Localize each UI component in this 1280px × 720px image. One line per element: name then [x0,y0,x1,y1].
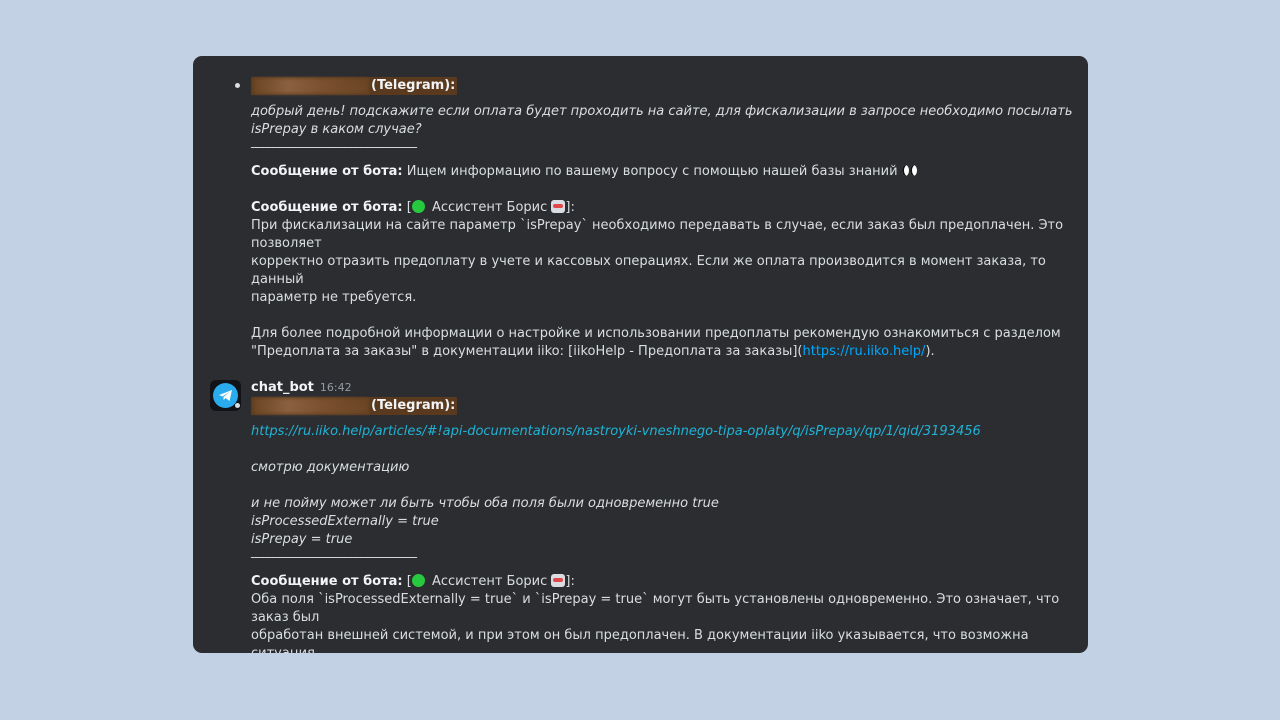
message-content: (Telegram): добрый день! подскажите если… [210,77,1073,653]
bot-answer-more-text: Для более подробной информации о настрой… [251,326,1061,359]
bot-message-searching: Сообщение от бота: Ищем информацию по ва… [251,163,1073,181]
sender-highlight: (Telegram): [251,77,458,95]
bracket-close: ]: [565,574,575,589]
bracket-open: [ [402,574,412,589]
green-circle-icon [411,200,425,213]
bracket-close: ]: [565,200,575,215]
sender-tag: (Telegram): [371,398,456,413]
assistant-name: Ассистент Борис [427,200,552,215]
message-timestamp: 16:42 [319,381,352,394]
bot-searching-text: Ищем информацию по вашему вопросу с помо… [402,164,902,179]
author-name[interactable]: chat_bot [251,379,314,397]
robot-icon [551,200,566,213]
sender-highlight: (Telegram): [251,397,458,415]
chat-panel: (Telegram): добрый день! подскажите если… [193,56,1088,653]
user-line: и не пойму может ли быть чтобы оба поля … [251,496,719,511]
bullet-icon [235,83,240,88]
green-circle-icon [411,574,425,587]
eyes-icon [901,165,918,177]
redacted-name [253,397,369,414]
iiko-help-link[interactable]: https://ru.iiko.help/ [803,344,926,359]
redacted-name [253,77,369,94]
bot-label: Сообщение от бота: [251,574,403,589]
bracket-open: [ [402,200,412,215]
bot-answer-text: Оба поля `isProcessedExternally = true` … [251,592,1060,653]
sender-tag: (Telegram): [371,78,456,93]
bot-label: Сообщение от бота: [251,164,403,179]
sender-line: (Telegram): [235,77,1073,95]
bullet-icon [235,403,240,408]
bot-answer-more-end: ). [925,344,935,359]
message-header: chat_bot 16:42 [210,379,1073,411]
bot-answer-text: При фискализации на сайте параметр `isPr… [251,218,1064,305]
bot-message-header: Сообщение от бота: [ Ассистент Борис ]: [251,573,1073,591]
divider: ______________________________ [251,134,417,149]
bot-label: Сообщение от бота: [251,200,403,215]
user-link-line: https://ru.iiko.help/articles/#!api-docu… [251,423,1073,441]
user-line: isProcessedExternally = true [251,514,439,529]
bot-answer-more: Для более подробной информации о настрой… [251,325,1073,361]
user-line: смотрю документацию [251,460,410,475]
assistant-name: Ассистент Борис [427,574,552,589]
bot-message-header: Сообщение от бота: [ Ассистент Борис ]: [251,199,1073,217]
sender-line: (Telegram): [235,397,1073,415]
documentation-link[interactable]: https://ru.iiko.help/articles/#!api-docu… [251,424,981,439]
divider: ______________________________ [251,544,417,559]
robot-icon [551,574,566,587]
